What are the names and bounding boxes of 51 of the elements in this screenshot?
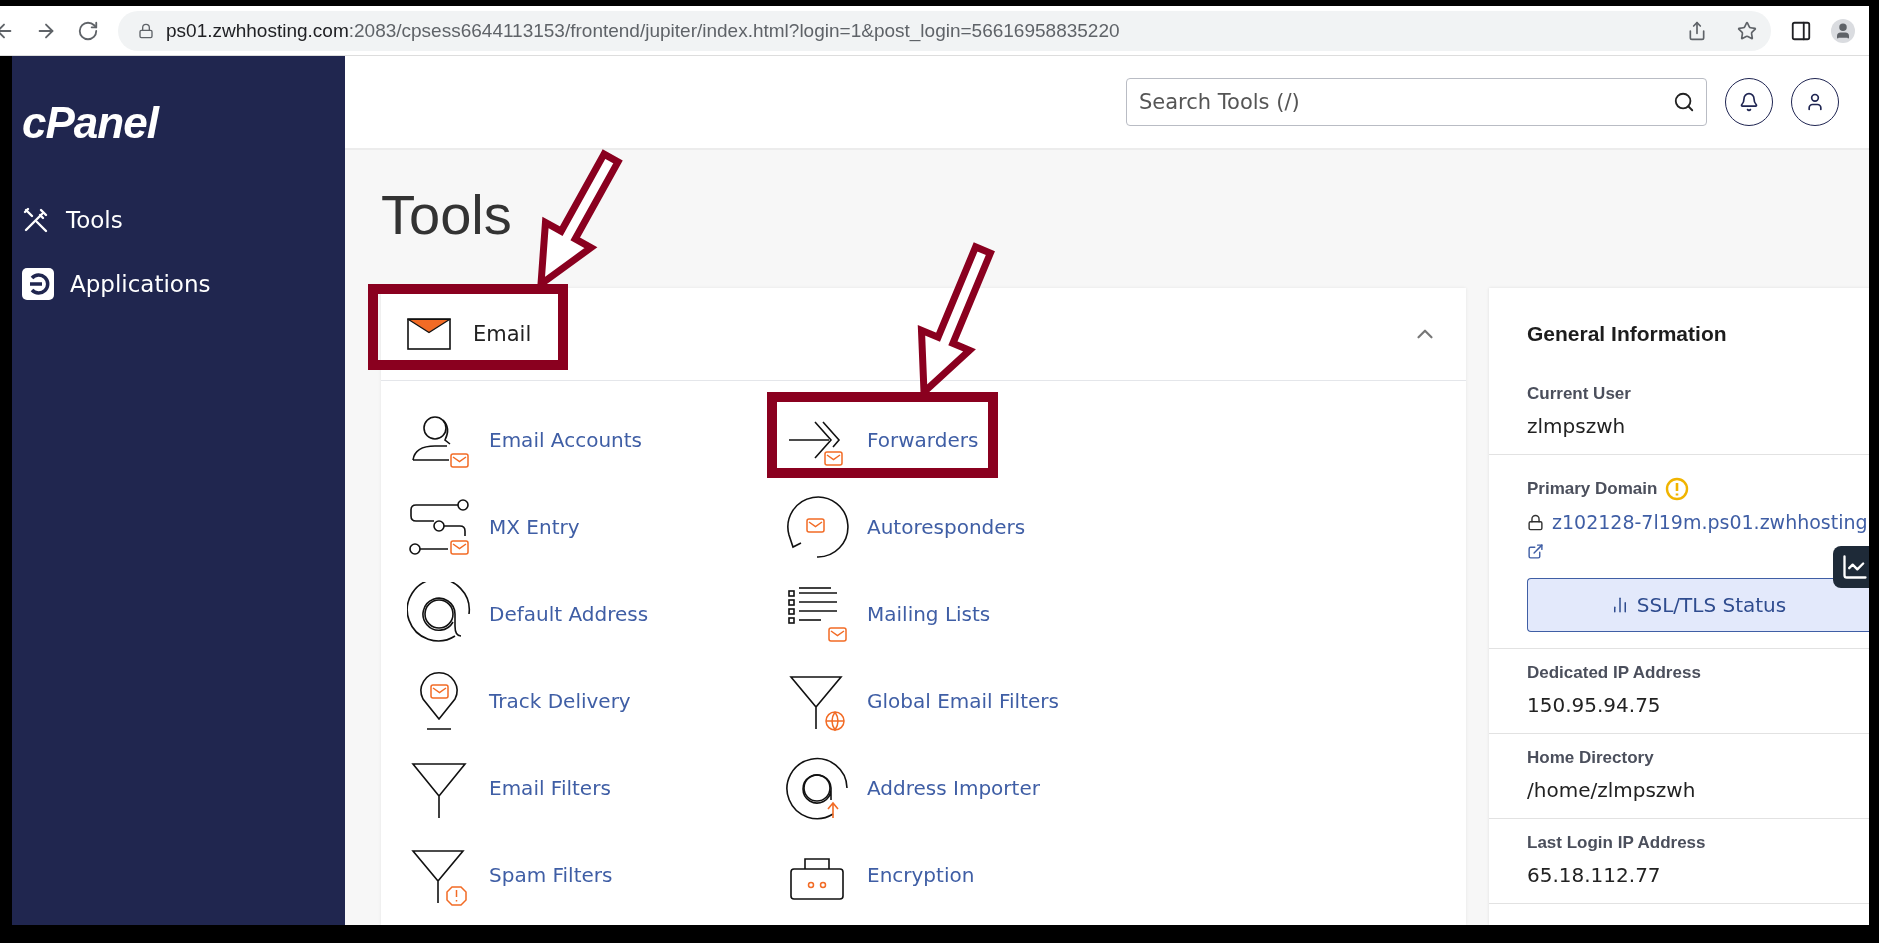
logo: cPanel bbox=[22, 98, 158, 148]
user-icon bbox=[1805, 92, 1825, 112]
at-sign-upload-icon bbox=[785, 755, 849, 820]
address-bar[interactable]: ps01.zwhhosting.com:2083/cpsess6644113153/frontend/jupiter/index.html?login=1&post_login=56616958835220 bbox=[118, 10, 1771, 51]
url-host: ps01.zwhhosting.com bbox=[166, 19, 349, 42]
tool-link[interactable]: Autoresponders bbox=[785, 494, 1026, 559]
bell-icon bbox=[1739, 92, 1759, 112]
exit-square-icon bbox=[22, 268, 54, 300]
search-icon bbox=[1673, 91, 1695, 113]
field-value: 150.95.94.75 bbox=[1527, 693, 1662, 717]
domain-link[interactable]: z102128-7l19m.ps01.zwhhosting bbox=[1552, 511, 1868, 533]
tool-link[interactable]: Email Accounts bbox=[407, 407, 643, 472]
external-link-icon bbox=[1527, 543, 1544, 560]
line-chart-icon bbox=[1841, 553, 1869, 581]
circular-arrow-mail-icon bbox=[785, 494, 849, 559]
tool-link[interactable]: Spam Filters bbox=[407, 842, 613, 907]
tool-link[interactable]: Forwarders bbox=[785, 407, 979, 472]
share-icon bbox=[1687, 20, 1707, 41]
user-button[interactable] bbox=[1791, 78, 1839, 126]
field-value: /home/zlmpszwh bbox=[1527, 778, 1697, 802]
field-label: Dedicated IP Address bbox=[1527, 663, 1702, 683]
profile-icon[interactable] bbox=[1831, 18, 1855, 43]
sidebar-item[interactable]: Applications bbox=[22, 264, 219, 304]
panel-title: General Information bbox=[1526, 321, 1728, 347]
url-path: :2083/cpsess6644113153/frontend/jupiter/index.html?login=1&post_login=56616958835220 bbox=[348, 19, 1121, 42]
field-value: zlmpszwh bbox=[1527, 414, 1627, 438]
star-icon bbox=[1737, 20, 1757, 41]
page-title: Tools bbox=[381, 182, 512, 248]
search-field[interactable]: Search Tools (/) bbox=[1126, 78, 1707, 126]
field-label: Primary Domain bbox=[1527, 479, 1658, 499]
lock-icon bbox=[138, 22, 154, 39]
tool-link[interactable]: Global Email Filters bbox=[785, 668, 1059, 733]
tool-link[interactable]: Address Importer bbox=[785, 755, 1040, 820]
lock-icon bbox=[1527, 513, 1544, 531]
sidebar-item[interactable]: Tools bbox=[22, 200, 131, 240]
field-label: Last Login IP Address bbox=[1527, 833, 1707, 853]
chart-button[interactable] bbox=[1833, 546, 1869, 588]
ssl-status-button[interactable]: SSL/TLS Status bbox=[1527, 578, 1869, 632]
envelope-icon bbox=[407, 318, 451, 350]
tool-link[interactable]: Default Address bbox=[407, 581, 649, 646]
section-title: Email bbox=[473, 322, 533, 346]
field-value: 65.18.112.77 bbox=[1527, 863, 1662, 887]
tool-link[interactable]: MX Entry bbox=[407, 494, 580, 559]
tool-link[interactable]: Encryption bbox=[785, 842, 975, 907]
tool-link[interactable]: Email Filters bbox=[407, 755, 611, 820]
field-label: Current User bbox=[1527, 384, 1632, 404]
notifications-button[interactable] bbox=[1725, 78, 1773, 126]
tool-link[interactable]: Track Delivery bbox=[407, 668, 631, 733]
crossed-tools-icon bbox=[22, 206, 50, 234]
field-label: Home Directory bbox=[1527, 748, 1655, 768]
tool-link[interactable]: Mailing Lists bbox=[785, 581, 991, 646]
